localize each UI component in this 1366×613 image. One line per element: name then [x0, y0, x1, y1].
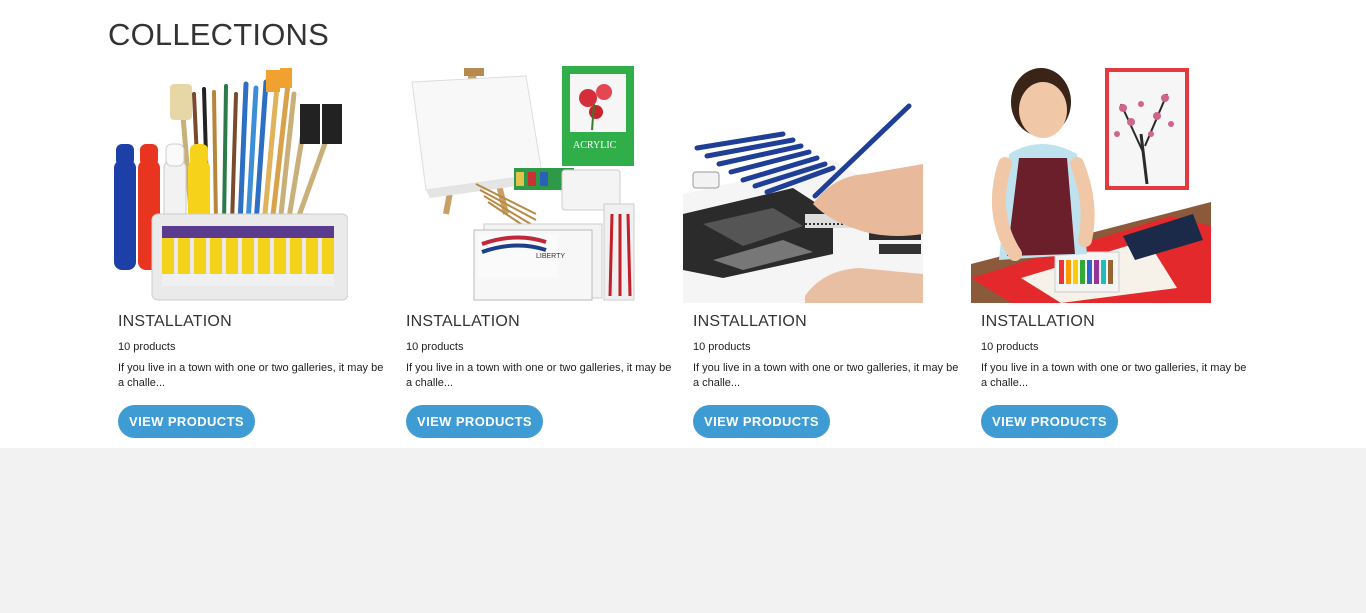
product-count: 10 products	[693, 341, 751, 353]
collection-description: If you live in a town with one or two ga…	[118, 362, 384, 389]
collection-description: If you live in a town with one or two ga…	[693, 362, 959, 389]
collection-image[interactable]	[108, 64, 348, 303]
collection-title[interactable]: INSTALLATION	[981, 313, 1095, 331]
view-products-button[interactable]: VIEW PRODUCTS	[118, 405, 255, 438]
collection-image[interactable]: ACRYLIC LIBERTY	[396, 64, 636, 303]
product-count: 10 products	[118, 341, 176, 353]
view-products-button[interactable]: VIEW PRODUCTS	[693, 405, 830, 438]
collections-section: COLLECTIONS INSTALLATION 10 products If …	[0, 0, 1366, 448]
collection-image[interactable]	[683, 64, 923, 303]
pad-brand: ACRYLIC	[573, 140, 617, 151]
collection-title[interactable]: INSTALLATION	[693, 313, 807, 331]
view-products-button[interactable]: VIEW PRODUCTS	[406, 405, 543, 438]
section-heading: COLLECTIONS	[108, 17, 329, 52]
collection-title[interactable]: INSTALLATION	[406, 313, 520, 331]
view-products-button[interactable]: VIEW PRODUCTS	[981, 405, 1118, 438]
collection-description: If you live in a town with one or two ga…	[981, 362, 1247, 389]
collection-image[interactable]	[971, 64, 1211, 303]
canvas-brand: LIBERTY	[536, 253, 565, 260]
product-count: 10 products	[981, 341, 1039, 353]
product-count: 10 products	[406, 341, 464, 353]
collection-title[interactable]: INSTALLATION	[118, 313, 232, 331]
collection-description: If you live in a town with one or two ga…	[406, 362, 672, 389]
